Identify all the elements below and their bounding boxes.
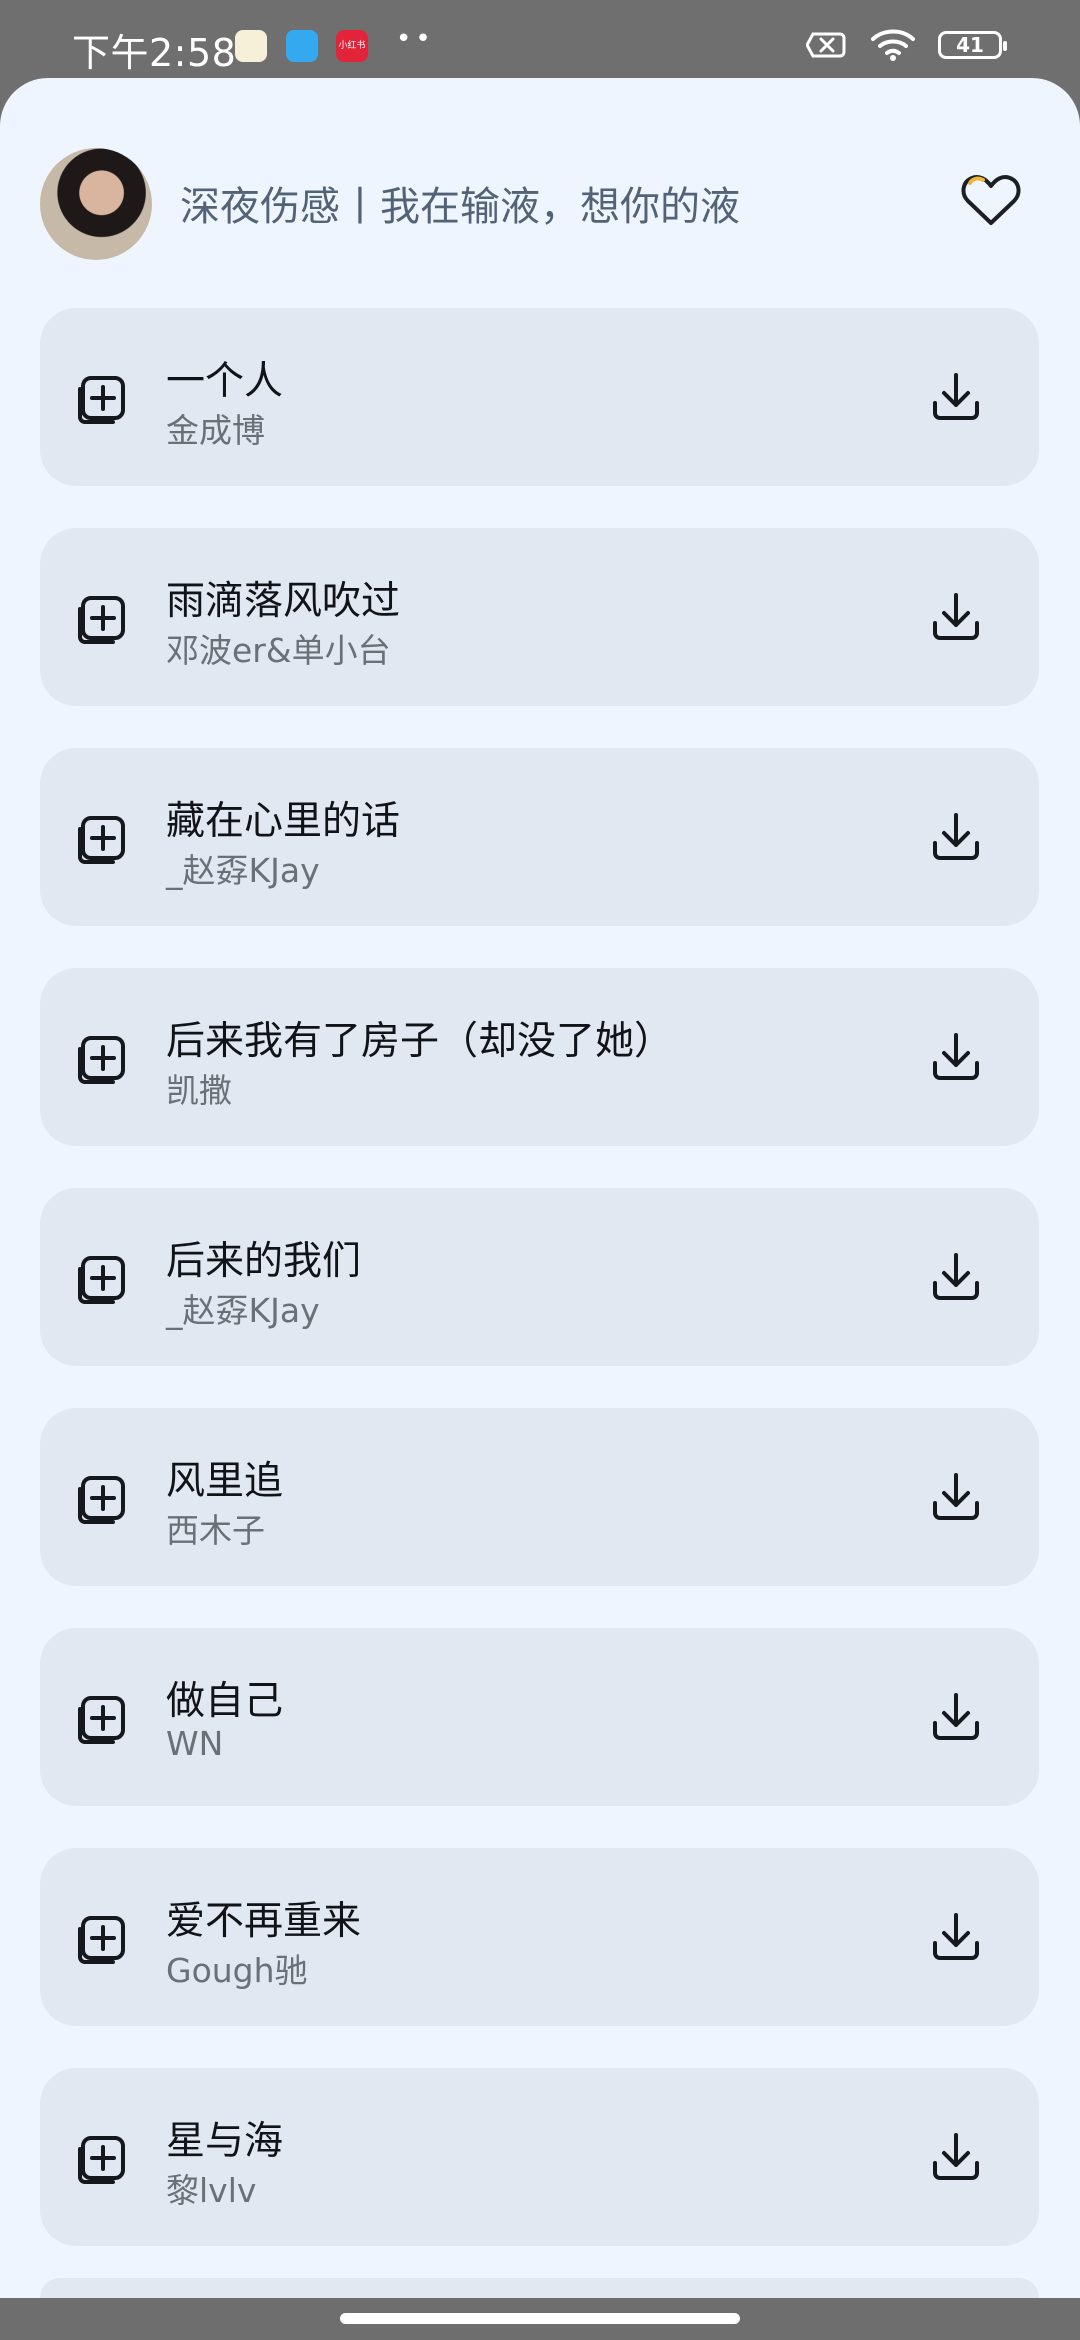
status-time: 下午2:58 bbox=[72, 31, 237, 75]
song-card-2[interactable]: 雨滴落风吹过 邓波er&单小台 bbox=[40, 528, 1039, 706]
playlist-avatar[interactable] bbox=[40, 148, 152, 260]
song-title: 后来的我们 bbox=[166, 1239, 362, 1284]
song-title: 星与海 bbox=[166, 2119, 284, 2164]
clock-icon bbox=[235, 30, 267, 62]
more-notifications-icon: •• bbox=[396, 24, 435, 54]
song-card-4[interactable]: 后来我有了房子（却没了她） 凯撒 bbox=[40, 968, 1039, 1146]
song-artist: WN bbox=[166, 1724, 224, 1763]
download-icon[interactable] bbox=[927, 2128, 985, 2186]
song-card-9[interactable]: 星与海 黎lvlv bbox=[40, 2068, 1039, 2246]
xiaohongshu-icon: 小红书 bbox=[336, 30, 368, 62]
battery-icon: 41 bbox=[938, 31, 1007, 59]
song-title: 爱不再重来 bbox=[166, 1899, 362, 1944]
download-icon[interactable] bbox=[927, 1248, 985, 1306]
add-to-playlist-icon[interactable] bbox=[76, 811, 130, 865]
download-icon[interactable] bbox=[927, 1028, 985, 1086]
song-card-1[interactable]: 一个人 金成博 bbox=[40, 308, 1039, 486]
download-icon[interactable] bbox=[927, 808, 985, 866]
song-title: 雨滴落风吹过 bbox=[166, 579, 401, 624]
signal-off-icon bbox=[806, 32, 846, 58]
add-to-playlist-icon[interactable] bbox=[76, 591, 130, 645]
playlist-title: 深夜伤感丨我在输液，想你的液 bbox=[180, 184, 740, 230]
add-to-playlist-icon[interactable] bbox=[76, 1251, 130, 1305]
song-title: 藏在心里的话 bbox=[166, 799, 401, 844]
playlist-header: 深夜伤感丨我在输液，想你的液 bbox=[0, 78, 1080, 303]
song-card-partial bbox=[40, 2278, 1039, 2300]
download-icon[interactable] bbox=[927, 1688, 985, 1746]
song-card-3[interactable]: 藏在心里的话 _赵孬KJay bbox=[40, 748, 1039, 926]
download-icon[interactable] bbox=[927, 1908, 985, 1966]
add-to-playlist-icon[interactable] bbox=[76, 1031, 130, 1085]
download-icon[interactable] bbox=[927, 588, 985, 646]
song-title: 一个人 bbox=[166, 359, 284, 404]
song-card-5[interactable]: 后来的我们 _赵孬KJay bbox=[40, 1188, 1039, 1366]
add-to-playlist-icon[interactable] bbox=[76, 371, 130, 425]
song-card-6[interactable]: 风里追 西木子 bbox=[40, 1408, 1039, 1586]
song-artist: _赵孬KJay bbox=[166, 1291, 320, 1330]
song-title: 做自己 bbox=[166, 1679, 284, 1724]
song-artist: 西木子 bbox=[166, 1511, 265, 1550]
heart-icon[interactable] bbox=[960, 170, 1022, 230]
status-bar: 下午2:58 小红书 •• 41 bbox=[0, 0, 1080, 80]
home-indicator[interactable] bbox=[340, 2313, 740, 2324]
song-artist: 金成博 bbox=[166, 411, 265, 450]
navigation-bar bbox=[0, 2298, 1080, 2340]
song-card-8[interactable]: 爱不再重来 Gough驰 bbox=[40, 1848, 1039, 2026]
song-artist: Gough驰 bbox=[166, 1951, 308, 1990]
add-to-playlist-icon[interactable] bbox=[76, 1911, 130, 1965]
wifi-icon bbox=[871, 29, 915, 61]
app-icon bbox=[286, 30, 318, 62]
download-icon[interactable] bbox=[927, 368, 985, 426]
song-title: 风里追 bbox=[166, 1459, 284, 1504]
song-title: 后来我有了房子（却没了她） bbox=[166, 1019, 674, 1064]
playlist-sheet: 深夜伤感丨我在输液，想你的液 一个人 金成博 雨滴落风吹过 邓波er&单小台 藏… bbox=[0, 78, 1080, 2300]
song-card-7[interactable]: 做自己 WN bbox=[40, 1628, 1039, 1806]
song-artist: 凯撒 bbox=[166, 1071, 232, 1110]
song-artist: 黎lvlv bbox=[166, 2171, 257, 2210]
download-icon[interactable] bbox=[927, 1468, 985, 1526]
add-to-playlist-icon[interactable] bbox=[76, 2131, 130, 2185]
add-to-playlist-icon[interactable] bbox=[76, 1691, 130, 1745]
song-artist: 邓波er&单小台 bbox=[166, 631, 391, 670]
system-status-icons: 41 bbox=[806, 28, 1007, 62]
song-artist: _赵孬KJay bbox=[166, 851, 320, 890]
add-to-playlist-icon[interactable] bbox=[76, 1471, 130, 1525]
